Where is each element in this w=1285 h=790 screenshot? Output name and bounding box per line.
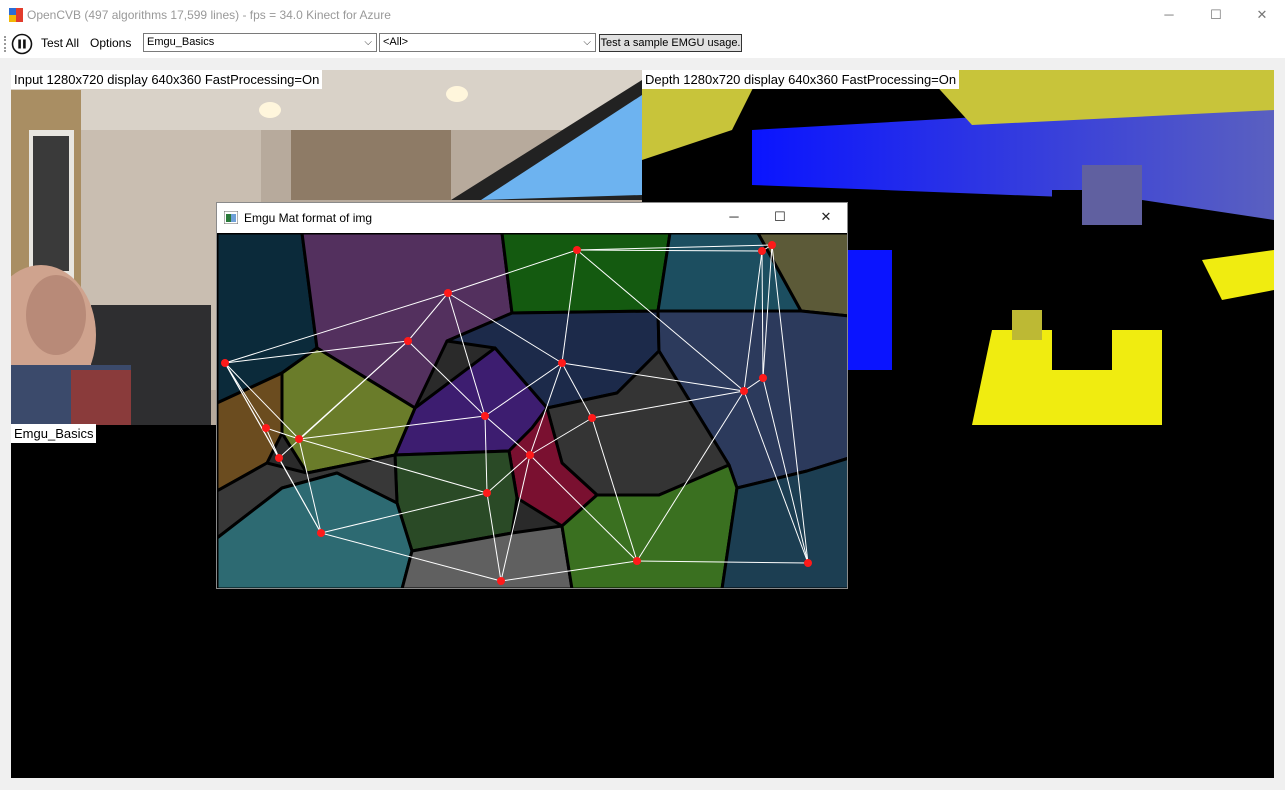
test-all-button[interactable]: Test All [41,36,79,50]
emgu-popup-window[interactable]: Emgu Mat format of img ─ ☐ ✕ [216,202,848,589]
point [483,489,491,497]
point [497,577,505,585]
group-select[interactable]: <All> ⌵ [379,33,596,52]
point [481,412,489,420]
popup-maximize-button[interactable]: ☐ [757,203,803,231]
image-window-icon [224,211,238,224]
point [740,387,748,395]
popup-close-button[interactable]: ✕ [803,203,847,231]
point [558,359,566,367]
point [404,337,412,345]
point [221,359,229,367]
window-title: OpenCVB (497 algorithms 17,599 lines) - … [27,8,391,22]
depth-label: Depth 1280x720 display 640x360 FastProce… [642,70,960,89]
point [768,241,776,249]
algorithm-select[interactable]: Emgu_Basics ⌵ [143,33,377,52]
popup-title: Emgu Mat format of img [244,211,373,225]
point [444,289,452,297]
point [804,559,812,567]
point [317,529,325,537]
options-button[interactable]: Options [90,36,131,50]
point [758,247,766,255]
toolbar-grip[interactable] [4,36,8,52]
pause-icon[interactable] [11,33,33,55]
test-sample-button[interactable]: Test a sample EMGU usage. [599,34,742,52]
chevron-down-icon: ⌵ [364,37,372,48]
point [262,424,270,432]
app-icon [9,8,23,22]
voronoi-delaunay-canvas [217,233,847,588]
group-select-value: <All> [383,36,409,48]
input-label: Input 1280x720 display 640x360 FastProce… [11,70,323,89]
popup-minimize-button[interactable]: ─ [711,203,757,231]
algorithm-label: Emgu_Basics [11,424,97,443]
point [759,374,767,382]
point [295,435,303,443]
close-button[interactable]: ✕ [1239,0,1285,30]
point [633,557,641,565]
point [275,454,283,462]
maximize-button[interactable]: ☐ [1193,0,1239,30]
minimize-button[interactable]: ─ [1146,0,1192,30]
window-titlebar: OpenCVB (497 algorithms 17,599 lines) - … [0,0,1285,30]
point [526,451,534,459]
point [573,246,581,254]
chevron-down-icon: ⌵ [583,37,591,48]
algorithm-select-value: Emgu_Basics [147,36,215,48]
point [588,414,596,422]
